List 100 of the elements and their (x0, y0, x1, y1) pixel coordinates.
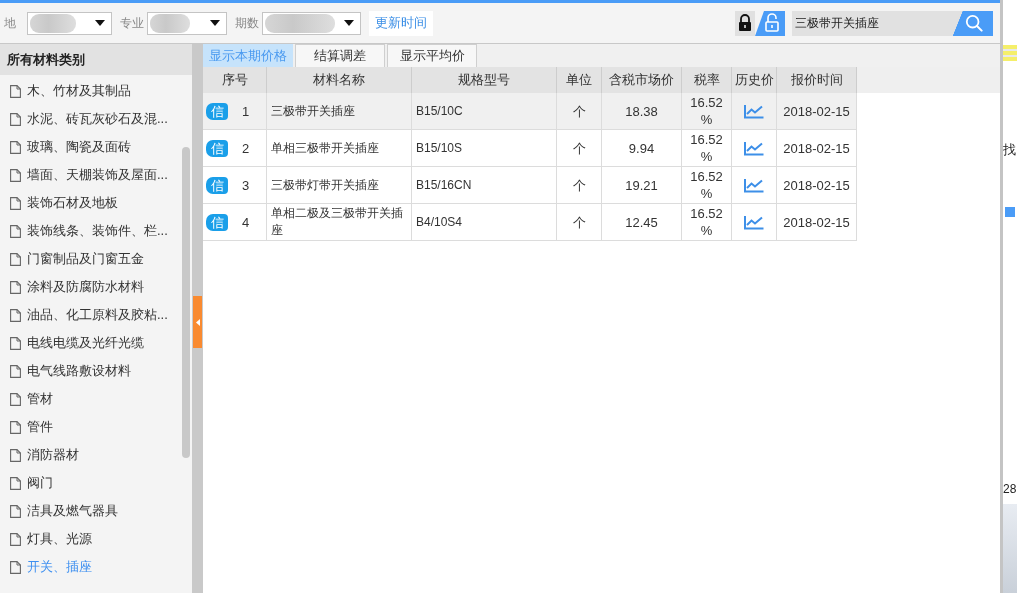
row-number: 1 (242, 102, 250, 120)
table-cell: 16.52% (682, 130, 732, 166)
file-icon (10, 476, 21, 490)
line-chart-icon[interactable] (744, 214, 764, 230)
table-cell: B4/10S4 (412, 204, 557, 240)
caret-icon (95, 20, 105, 26)
dropdown[interactable] (27, 11, 112, 35)
table-cell: 2018-02-15 (777, 167, 857, 203)
info-badge: 信 (206, 139, 228, 157)
info-badge: 信 (206, 102, 228, 120)
info-badge: 信 (206, 213, 228, 231)
category-item[interactable]: 管材 (27, 390, 53, 408)
background-text: 28 (1003, 482, 1017, 496)
table-cell: 18.38 (602, 93, 682, 129)
column-header: 报价时间 (777, 67, 857, 93)
category-item[interactable]: 电线电缆及光纤光缆 (27, 334, 144, 352)
table-cell: 个 (557, 130, 602, 166)
tab[interactable]: 显示平均价 (387, 44, 477, 67)
dropdown[interactable] (147, 11, 227, 35)
file-icon (10, 392, 21, 406)
search-field[interactable]: 三极带开关插座 (792, 10, 953, 36)
table-row[interactable]: 信 2 单相三极带开关插座 B15/10S 个 9.94 16.52% 2018-02-15 (203, 130, 857, 167)
file-icon (10, 224, 21, 238)
highlighted-strip (1003, 45, 1017, 61)
category-item[interactable]: 装饰石材及地板 (27, 194, 118, 212)
category-item[interactable]: 灯具、光源 (27, 530, 92, 548)
table-cell: 16.52% (682, 93, 732, 129)
table-cell: 单相三极带开关插座 (267, 130, 412, 166)
file-icon (10, 336, 21, 350)
table-cell: B15/10C (412, 93, 557, 129)
line-chart-icon[interactable] (744, 177, 764, 193)
update-time-button[interactable]: 更新时间 (369, 10, 433, 36)
table-cell: 个 (557, 167, 602, 203)
table-cell: 2018-02-15 (777, 130, 857, 166)
file-icon (10, 420, 21, 434)
lock-icon[interactable] (735, 10, 755, 36)
column-header: 规格型号 (412, 67, 557, 93)
blurred-value (265, 13, 335, 33)
line-chart-icon[interactable] (744, 140, 764, 156)
filter-label: 地 (4, 14, 17, 32)
search-icon (965, 14, 983, 32)
category-item[interactable]: 装饰线条、装饰件、栏... (27, 222, 168, 240)
row-number: 3 (242, 176, 250, 194)
table-cell: 个 (557, 93, 602, 129)
category-item[interactable]: 墙面、天棚装饰及屋面... (27, 166, 168, 184)
caret-left-icon (195, 318, 200, 326)
category-item[interactable]: 管件 (27, 418, 53, 436)
table-row[interactable]: 信 3 三极带灯带开关插座 B15/16CN 个 19.21 16.52% 2018-02-15 (203, 167, 857, 204)
table-cell: 2018-02-15 (777, 204, 857, 240)
category-item[interactable]: 消防器材 (27, 446, 79, 464)
category-item[interactable]: 洁具及燃气器具 (27, 502, 118, 520)
category-item[interactable]: 油品、化工原料及胶粘... (27, 306, 168, 324)
category-item[interactable]: 木、竹材及其制品 (27, 82, 131, 100)
caret-icon (344, 20, 354, 26)
blurred-value (150, 13, 190, 33)
search-button[interactable] (953, 10, 993, 36)
filter-label: 期数 (235, 14, 259, 32)
table-cell: 16.52% (682, 204, 732, 240)
column-header: 税率 (682, 67, 732, 93)
category-item[interactable]: 阀门 (27, 474, 53, 492)
category-item[interactable]: 水泥、砖瓦灰砂石及混... (27, 110, 168, 128)
table-cell: 19.21 (602, 167, 682, 203)
scrollbar-thumb[interactable] (182, 147, 190, 458)
table-cell: B15/16CN (412, 167, 557, 203)
filter-label: 专业 (120, 14, 144, 32)
table-cell: 12.45 (602, 204, 682, 240)
category-item[interactable]: 门窗制品及门窗五金 (27, 250, 144, 268)
caret-icon (210, 20, 220, 26)
background-text: 找 (1003, 141, 1017, 159)
line-chart-icon[interactable] (744, 103, 764, 119)
file-icon (10, 280, 21, 294)
column-header: 序号 (203, 67, 267, 93)
category-item[interactable]: 电气线路敷设材料 (27, 362, 131, 380)
file-icon (10, 532, 21, 546)
table-row[interactable]: 信 4 单相二极及三极带开关插座 B4/10S4 个 12.45 16.52% 2018-02-15 (203, 204, 857, 241)
column-header: 历史价 (732, 67, 777, 93)
dropdown[interactable] (262, 11, 361, 35)
file-icon (10, 140, 21, 154)
file-icon (10, 84, 21, 98)
file-icon (10, 196, 21, 210)
column-header: 含税市场价 (602, 67, 682, 93)
row-number: 2 (242, 139, 250, 157)
table-cell: 三极带开关插座 (267, 93, 412, 129)
file-icon (10, 252, 21, 266)
collapse-button[interactable] (193, 296, 202, 348)
file-icon (10, 504, 21, 518)
sidebar-title: 所有材料类别 (0, 44, 192, 75)
tab[interactable]: 结算调差 (295, 44, 385, 67)
column-header: 材料名称 (267, 67, 412, 93)
category-item[interactable]: 涂料及防腐防水材料 (27, 278, 144, 296)
file-icon (10, 364, 21, 378)
table-cell: 16.52% (682, 167, 732, 203)
category-item[interactable]: 玻璃、陶瓷及面砖 (27, 138, 131, 156)
table-cell: 单相二极及三极带开关插座 (267, 204, 412, 240)
table-cell: 三极带灯带开关插座 (267, 167, 412, 203)
table-cell: 个 (557, 204, 602, 240)
table-row[interactable]: 信 1 三极带开关插座 B15/10C 个 18.38 16.52% 2018-02-15 (203, 93, 857, 130)
table-cell: B15/10S (412, 130, 557, 166)
table-cell: 2018-02-15 (777, 93, 857, 129)
app-icon (1005, 207, 1015, 217)
